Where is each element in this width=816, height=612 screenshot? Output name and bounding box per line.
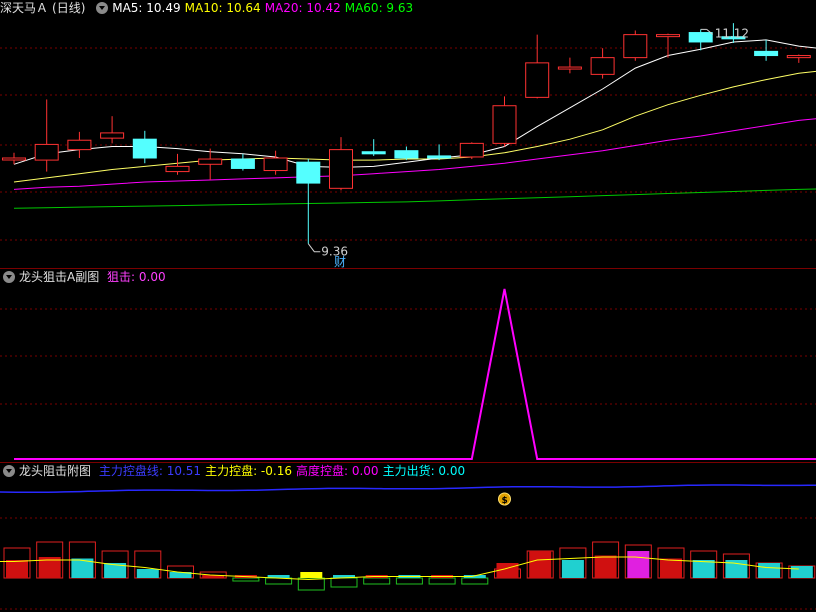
sub-chart-2-legend-item: 主力出货: 0.00 <box>382 464 466 478</box>
sub-chart-2-legend-item: 高度控盘: 0.00 <box>295 464 379 478</box>
sniper-indicator-chart[interactable] <box>0 269 816 462</box>
control-bar-frame <box>461 577 489 585</box>
control-bar-fill <box>529 551 552 578</box>
sub-chart-1-header: 龙头狙击A副图 狙击: 0.00 <box>0 269 170 285</box>
sniper-line <box>14 288 816 460</box>
main-chart-panel[interactable]: 深天马Ａ (日线) MA5: 10.49 MA10: 10.64 MA20: 10.4… <box>0 0 816 268</box>
chevron-down-icon[interactable] <box>3 465 15 477</box>
sub-chart-1-value: 狙击: 0.00 <box>107 270 166 284</box>
control-bar-fill <box>660 558 682 578</box>
ma-legend: MA5: 10.49 MA10: 10.64 MA20: 10.42 MA60: 9.… <box>112 1 417 15</box>
ma-legend-item: MA20: 10.42 <box>264 1 341 15</box>
low-marker <box>307 243 321 253</box>
ma-legend-item: MA5: 10.49 <box>112 1 181 15</box>
high-price-label: 11.12 <box>715 26 749 40</box>
control-bar-fill <box>594 555 617 578</box>
ma-legend-item: MA60: 9.63 <box>344 1 414 15</box>
candle-body <box>688 32 713 43</box>
sub-chart-2-legend: 主力控盘线: 10.51 主力控盘: -0.16 高度控盘: 0.00 主力出货: 0… <box>99 464 469 478</box>
control-bar-frame <box>428 577 456 585</box>
chevron-down-icon[interactable] <box>3 271 15 283</box>
control-indicator-chart[interactable]: $ <box>0 463 816 612</box>
candle-body <box>132 138 157 159</box>
ma-legend-item: MA10: 10.64 <box>184 1 261 15</box>
control-bar-fill <box>136 569 159 578</box>
sub-chart-2-panel[interactable]: 龙头阻击附图 主力控盘线: 10.51 主力控盘: -0.16 高度控盘: 0.00… <box>0 463 816 612</box>
candle-body <box>394 150 419 159</box>
sub-chart-1-panel[interactable]: 龙头狙击A副图 狙击: 0.00 <box>0 269 816 462</box>
control-line <box>0 484 816 493</box>
candle-body <box>165 165 190 173</box>
candle-body <box>296 161 321 184</box>
candle-body <box>427 155 452 159</box>
candle-body <box>656 34 680 38</box>
control-bar-fill <box>758 563 781 578</box>
candle-body <box>525 62 550 98</box>
candle-body <box>329 149 353 189</box>
control-bar-fill <box>692 560 715 578</box>
candle-body <box>623 34 648 59</box>
sub-chart-2-title: 龙头阻击附图 <box>19 464 92 478</box>
control-bar-fill <box>790 566 813 578</box>
candle-body <box>754 50 779 57</box>
candle-body <box>557 66 582 70</box>
ma10-line <box>13 70 816 183</box>
stock-name: 深天马Ａ <box>0 1 49 15</box>
control-bar-frame <box>232 577 260 582</box>
period-label: (日线) <box>52 1 86 15</box>
chevron-down-icon[interactable] <box>96 2 109 14</box>
money-bag-symbol: $ <box>502 496 508 506</box>
candle-body <box>67 139 92 151</box>
candle-body <box>459 142 484 158</box>
candle-body <box>786 55 811 59</box>
control-bar-frame <box>395 577 423 585</box>
candle-body <box>198 158 223 165</box>
sub-chart-2-legend-item: 主力控盘线: 10.51 <box>98 464 202 478</box>
candle-body <box>34 143 59 161</box>
candle-body <box>230 158 255 169</box>
control-bar-fill <box>300 572 323 578</box>
sub-chart-2-header: 龙头阻击附图 主力控盘线: 10.51 主力控盘: -0.16 高度控盘: 0.00… <box>0 463 473 479</box>
control-bar-fill <box>627 551 650 578</box>
money-bag-icon: $ <box>498 492 511 506</box>
candle-body <box>100 132 125 139</box>
financial-report-marker: 财 <box>334 255 346 268</box>
candle-body <box>492 105 517 144</box>
candle-body <box>263 157 288 172</box>
main-chart-header: 深天马Ａ (日线) MA5: 10.49 MA10: 10.64 MA20: 10.4… <box>0 0 421 16</box>
candlestick-chart[interactable]: 11.129.36财 <box>0 0 816 268</box>
candle-body <box>2 157 26 161</box>
sub-chart-2-legend-item: 主力控盘: -0.16 <box>205 464 292 478</box>
control-bar-frame <box>363 577 391 585</box>
candle-body <box>590 57 615 75</box>
control-bar-fill <box>6 560 28 578</box>
sub-chart-1-title: 龙头狙击A副图 <box>19 270 100 284</box>
control-bar-frame <box>330 577 358 588</box>
candle-body <box>361 151 386 155</box>
control-bar-fill <box>561 560 584 578</box>
